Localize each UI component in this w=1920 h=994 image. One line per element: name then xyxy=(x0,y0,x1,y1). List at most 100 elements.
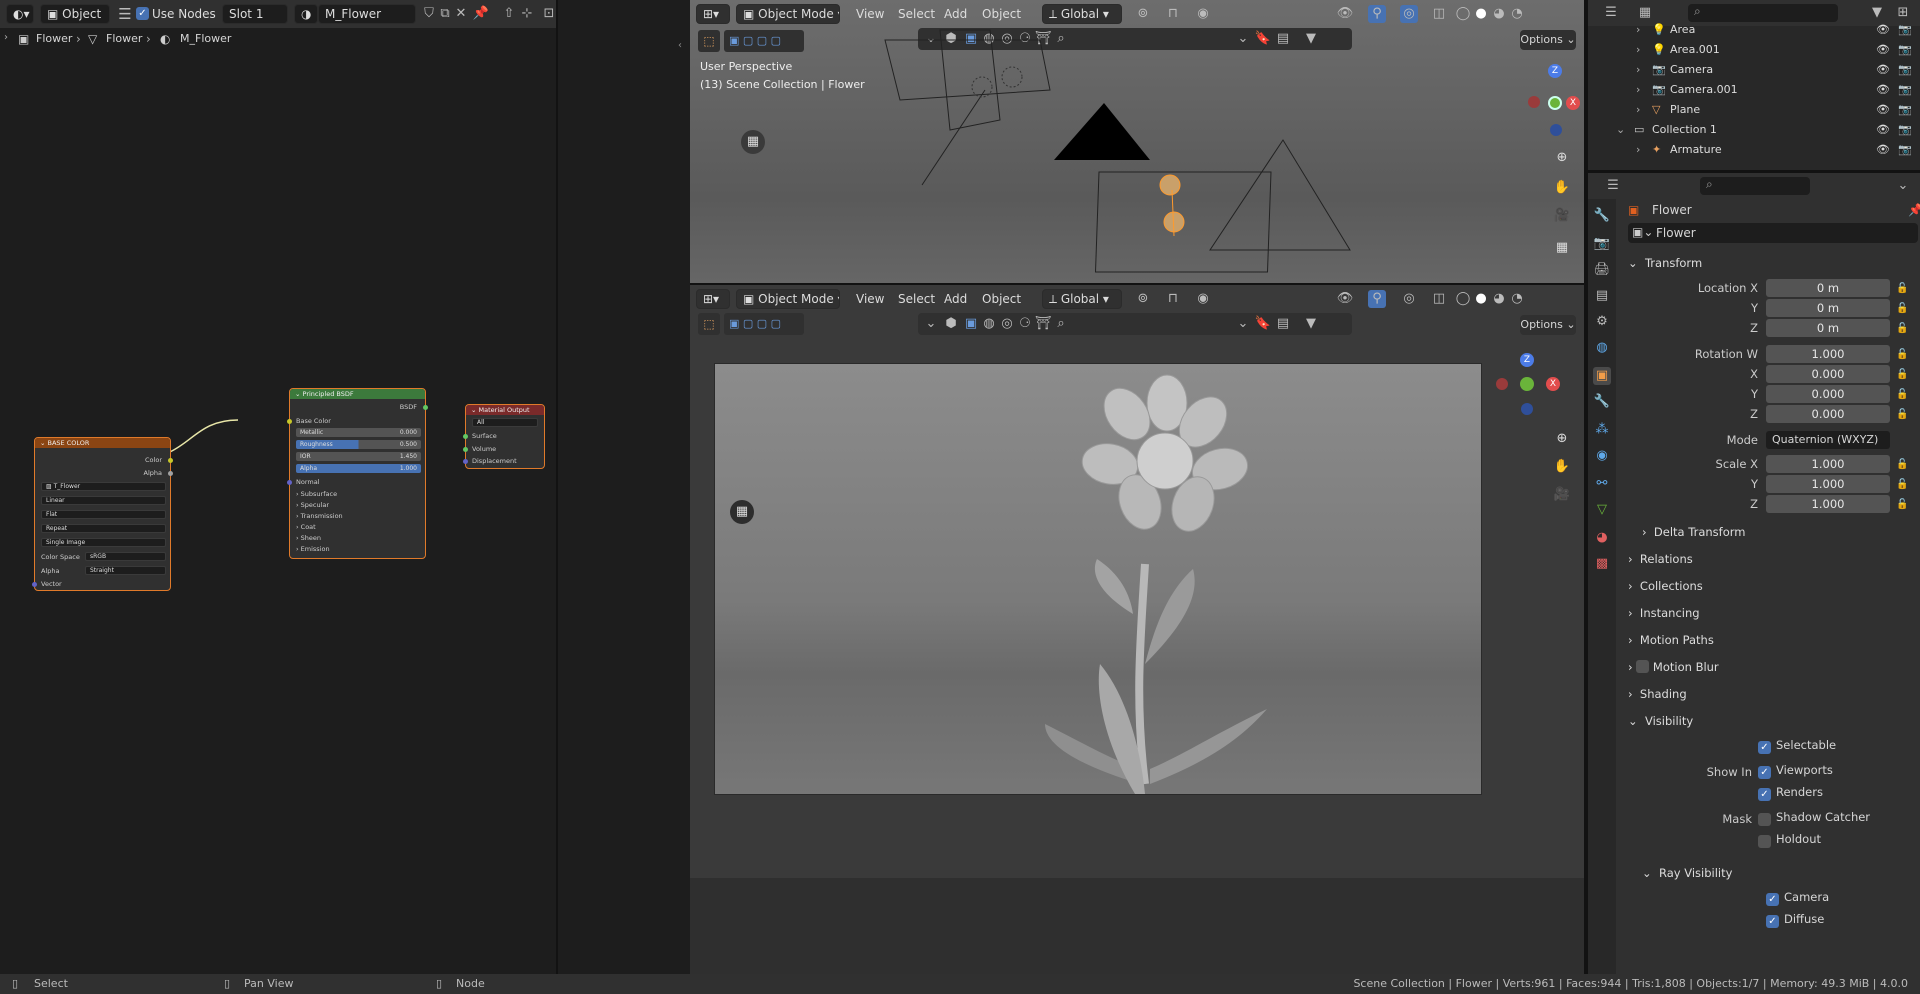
lock-icon[interactable]: 🔓 🔓 🔓 xyxy=(1896,455,1908,515)
location-x-field[interactable]: 0 m xyxy=(1766,279,1890,297)
neg-x-axis-icon[interactable] xyxy=(1496,378,1508,390)
filter-icon[interactable]: ▼ xyxy=(1302,315,1320,333)
viewports-checkbox[interactable]: ✓ xyxy=(1758,766,1771,779)
options-button[interactable]: Options ⌄ xyxy=(1520,315,1576,335)
expand-chevron-icon[interactable]: ⌄ xyxy=(1616,120,1625,140)
render-tab-icon[interactable]: 📷 xyxy=(1593,235,1611,253)
navigation-gizmo[interactable]: Z X xyxy=(1496,353,1576,433)
snap-icon[interactable]: ⊹ xyxy=(518,5,536,23)
y-axis-icon[interactable] xyxy=(1548,96,1562,110)
x-axis-icon[interactable]: X xyxy=(1546,377,1560,391)
scene-tab-icon[interactable]: ⚙ xyxy=(1593,313,1611,331)
rotation-z-field[interactable]: 0.000 xyxy=(1766,405,1890,423)
outliner-row[interactable]: › 💡 Area.001 👁 📷 xyxy=(1588,40,1920,60)
renders-checkbox[interactable]: ✓ xyxy=(1758,788,1771,801)
tool-tab-icon[interactable]: 🔧 xyxy=(1593,207,1611,225)
instancing-panel-header[interactable]: › Instancing xyxy=(1628,603,1700,623)
camera-ray-checkbox[interactable]: ✓ xyxy=(1766,893,1779,906)
display-mode-icon[interactable]: ▤ xyxy=(1274,315,1292,333)
expand-chevron-icon[interactable]: › xyxy=(1636,60,1640,80)
surface-input-socket[interactable] xyxy=(463,434,468,439)
rotation-mode-dropdown[interactable]: Quaternion (WXYZ) ⌄ xyxy=(1766,431,1890,464)
extension-dropdown[interactable]: Repeat xyxy=(41,524,166,533)
view-menu[interactable]: View xyxy=(856,289,884,309)
alpha-mode-dropdown[interactable]: Straight xyxy=(85,566,166,575)
area-divider[interactable] xyxy=(556,0,558,974)
unlink-icon[interactable]: ✕ xyxy=(452,5,470,23)
material-shading-icon[interactable]: ◕ xyxy=(1490,290,1508,308)
material-tab-icon[interactable]: ◕ xyxy=(1593,529,1611,547)
material-name-field[interactable]: M_Flower xyxy=(318,4,416,24)
solid-shading-icon[interactable]: ● xyxy=(1472,290,1490,308)
camera-view-icon[interactable]: 🎥 xyxy=(1550,204,1574,228)
select-box-icon[interactable]: ▣ xyxy=(962,315,980,333)
location-z-field[interactable]: 0 m xyxy=(1766,319,1890,337)
render-camera-icon[interactable]: 📷 xyxy=(1898,60,1912,80)
render-camera-icon[interactable]: 📷 xyxy=(1898,80,1912,100)
scale-y-field[interactable]: 1.000 xyxy=(1766,475,1890,493)
world-tab-icon[interactable]: ◍ xyxy=(1593,339,1611,357)
shadow-catcher-checkbox[interactable] xyxy=(1758,813,1771,826)
visibility-eye-icon[interactable]: 👁 xyxy=(1876,120,1890,140)
holdout-checkbox[interactable] xyxy=(1758,835,1771,848)
navigation-gizmo[interactable]: Z X xyxy=(1528,64,1580,136)
render-camera-icon[interactable]: 📷 xyxy=(1898,40,1912,60)
orientation-dropdown[interactable]: ⟂ Global ▾ xyxy=(1042,289,1122,309)
viewport-top[interactable]: ⊞▾ ▣ Object Mode ▾ View Select Add Objec… xyxy=(690,0,1584,283)
zoom-icon[interactable]: ⊕ xyxy=(1550,427,1574,451)
visibility-eye-icon[interactable]: 👁 xyxy=(1876,80,1890,100)
z-axis-icon[interactable]: Z xyxy=(1548,64,1562,78)
visibility-icon[interactable]: 👁 xyxy=(1336,290,1354,308)
shading-icon[interactable]: ◎ xyxy=(998,315,1016,333)
object-menu[interactable]: Object xyxy=(982,289,1021,309)
ortho-grid-icon[interactable]: ▦ xyxy=(1550,236,1574,260)
outliner-row[interactable]: › 📷 Camera 👁 📷 xyxy=(1588,60,1920,80)
interpolation-dropdown[interactable]: Linear xyxy=(41,496,166,505)
outliner-row[interactable]: › 💡 Area 👁 📷 xyxy=(1588,20,1920,40)
use-nodes-checkbox[interactable]: ✓ xyxy=(136,7,149,20)
motion-blur-checkbox[interactable] xyxy=(1636,660,1650,673)
visibility-panel-header[interactable]: ⌄ Visibility xyxy=(1628,711,1693,731)
pin-icon[interactable]: 📌 xyxy=(1908,203,1920,217)
editor-type-menu[interactable]: ⊞▾ xyxy=(696,289,730,309)
pan-hand-icon[interactable]: ✋ xyxy=(1550,176,1574,200)
view-layer-tab-icon[interactable]: ▤ xyxy=(1593,287,1611,305)
output-tab-icon[interactable]: 🖨 xyxy=(1593,261,1611,279)
base-color-node[interactable]: ⌄ BASE COLOR Color Alpha ▨ T_Flower Line… xyxy=(32,437,173,591)
principled-bsdf-node[interactable]: ⌄ Principled BSDF BSDF Base Color Metall… xyxy=(287,388,428,559)
material-browse-button[interactable]: ◑ xyxy=(294,4,318,24)
lock-icon[interactable]: 🔓 🔓 🔓 xyxy=(1896,279,1908,339)
overlay-icon[interactable]: ◎ xyxy=(1400,290,1418,308)
visibility-eye-icon[interactable]: 👁 xyxy=(1876,60,1890,80)
motion-blur-panel-header[interactable]: › Motion Blur xyxy=(1628,657,1719,677)
alpha-output-socket[interactable] xyxy=(168,471,173,476)
chevron-down-icon[interactable]: ⌄ xyxy=(922,315,940,333)
filter-icon[interactable]: ◍ xyxy=(980,315,998,333)
menu-icon[interactable]: ☰ xyxy=(116,5,134,23)
color-output-socket[interactable] xyxy=(168,458,173,463)
collapse-arrow-icon[interactable]: ‹ xyxy=(678,40,684,58)
output-target-dropdown[interactable]: All xyxy=(472,418,538,427)
pan-hand-icon[interactable]: ✋ xyxy=(1550,455,1574,479)
base-color-input-socket[interactable] xyxy=(287,419,292,424)
bookmark-icon[interactable]: ⌄ xyxy=(1234,315,1252,333)
add-menu[interactable]: Add xyxy=(944,289,967,309)
data-tab-icon[interactable]: ▽ xyxy=(1593,501,1611,519)
outliner-row[interactable]: › ✦ Armature 👁 📷 xyxy=(1588,140,1920,160)
neg-x-axis-icon[interactable] xyxy=(1528,96,1540,108)
mode-dropdown[interactable]: ▣ Object Mode ▾ xyxy=(736,289,840,309)
expand-chevron-icon[interactable]: › xyxy=(1636,80,1640,100)
constraints-tab-icon[interactable]: ⚯ xyxy=(1593,475,1611,493)
node-tree-type-dropdown[interactable]: ▣ Object xyxy=(40,4,110,24)
render-camera-icon[interactable]: 📷 xyxy=(1898,120,1912,140)
neg-z-axis-icon[interactable] xyxy=(1550,124,1562,136)
pivot-icon[interactable]: ⊚ xyxy=(1134,290,1152,308)
select-mode-icons[interactable]: ▣ ▢ ▢ ▢ xyxy=(724,313,804,335)
neg-z-axis-icon[interactable] xyxy=(1521,403,1533,415)
ior-field[interactable]: IOR 1.450 xyxy=(296,452,421,461)
ray-visibility-panel-header[interactable]: ⌄ Ray Visibility xyxy=(1642,863,1732,883)
parent-node-tree-icon[interactable]: ⇧ xyxy=(500,5,518,23)
y-axis-icon[interactable] xyxy=(1520,377,1534,391)
expand-chevron-icon[interactable]: › xyxy=(1636,20,1640,40)
z-axis-icon[interactable]: Z xyxy=(1520,353,1534,367)
